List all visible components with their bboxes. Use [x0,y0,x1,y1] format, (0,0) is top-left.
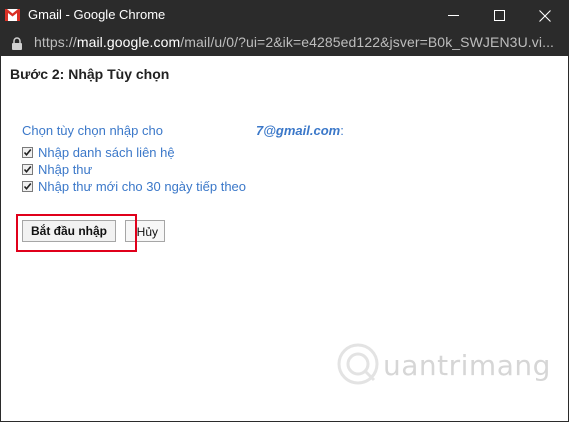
option-import-mail[interactable]: Nhập thư [22,162,92,177]
close-button[interactable] [522,0,568,31]
title-bar: Gmail - Google Chrome [0,0,569,31]
url-scheme: https:// [34,34,77,50]
checkmark-icon [23,148,32,157]
checkbox-import-mail[interactable] [22,164,33,175]
option-label-mail: Nhập thư [38,162,93,177]
gmail-icon [5,9,20,21]
watermark-text: uantrimang [383,349,551,382]
option-label-new-mail: Nhập thư mới cho 30 ngày tiếp theo [38,179,247,194]
window-title: Gmail - Google Chrome [28,7,166,22]
address-bar[interactable]: https://mail.google.com/mail/u/0/?ui=2&i… [0,31,569,56]
maximize-button[interactable] [476,0,522,31]
email-text: 7@gmail.com [256,123,341,138]
checkbox-import-contacts[interactable] [22,147,33,158]
url-host: mail.google.com [76,34,181,50]
watermark-logo-icon [337,343,379,385]
checkbox-import-new-mail[interactable] [22,181,33,192]
checkmark-icon [23,182,32,191]
option-label-contacts: Nhập danh sách liên hệ [38,145,175,160]
url-path: /mail/u/0/?ui=2&ik=e4285ed122&jsver=B0k_… [180,34,555,50]
dialog-title: Bước 2: Nhập Tùy chọn [10,66,170,82]
minimize-icon [447,15,459,16]
option-import-new-mail-30-days[interactable]: Nhập thư mới cho 30 ngày tiếp theo [22,179,246,194]
cancel-button[interactable]: Hủy [125,220,165,242]
checkmark-icon [23,165,32,174]
maximize-icon [493,10,505,21]
dialog-content: Bước 2: Nhập Tùy chọn Chọn tùy chọn nhập… [1,56,568,421]
start-import-button[interactable]: Bắt đầu nhập [22,220,117,242]
option-import-contacts[interactable]: Nhập danh sách liên hệ [22,145,175,160]
close-icon [539,9,551,22]
email-colon: : [340,123,344,138]
url-text[interactable]: https://mail.google.com/mail/u/0/?ui=2&i… [34,34,554,50]
choose-options-label: Chọn tùy chọn nhập cho [22,123,163,138]
lock-icon [12,37,22,50]
minimize-button[interactable] [430,0,476,31]
account-email: 7@gmail.com: [256,123,344,138]
